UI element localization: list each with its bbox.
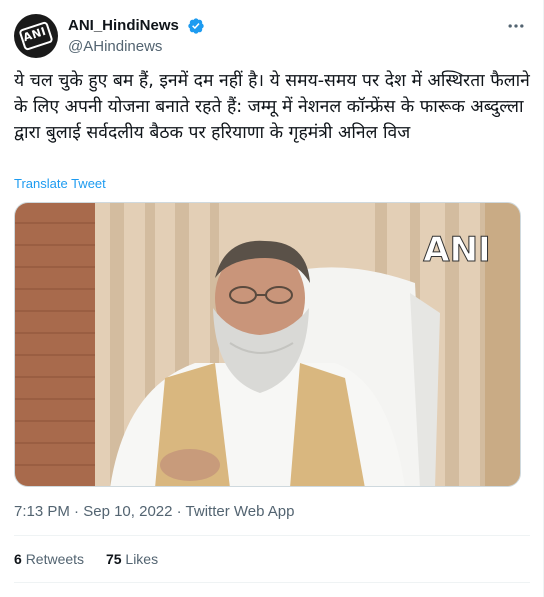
tweet-header: ANI ANI_HindiNews @AHindinews	[14, 14, 530, 58]
more-options-icon[interactable]	[506, 16, 526, 36]
tweet-timestamp-row: 7:13 PM · Sep 10, 2022 · Twitter Web App	[14, 503, 295, 520]
media-photo: ANI	[15, 203, 520, 486]
author-display-name[interactable]: ANI_HindiNews	[68, 16, 179, 36]
tweet-source[interactable]: Twitter Web App	[186, 503, 295, 520]
author-handle[interactable]: @AHindinews	[68, 37, 205, 57]
likes-label: Likes	[125, 551, 159, 567]
translate-tweet-link[interactable]: Translate Tweet	[14, 176, 106, 191]
meta-separator: ·	[74, 503, 80, 520]
tweet-detail: ANI ANI_HindiNews @AHindinews ये चल चुके…	[0, 0, 544, 597]
tweet-time[interactable]: 7:13 PM	[14, 503, 70, 520]
likes-count: 75	[105, 551, 122, 567]
media-watermark: ANI	[423, 230, 490, 270]
divider	[14, 582, 530, 583]
verified-badge-icon	[188, 17, 204, 34]
divider	[14, 535, 530, 536]
engagement-stats: 6 Retweets 75 Likes	[14, 551, 176, 567]
tweet-date[interactable]: Sep 10, 2022	[83, 503, 172, 520]
tweet-text: ये चल चुके हुए बम हैं, इनमें दम नहीं है।…	[14, 71, 530, 143]
author-names: ANI_HindiNews @AHindinews	[68, 15, 205, 57]
likes-stat[interactable]: 75 Likes	[106, 551, 158, 567]
avatar[interactable]: ANI	[14, 14, 58, 58]
retweets-label: Retweets	[25, 551, 85, 567]
meta-separator: ·	[176, 503, 182, 520]
retweets-stat[interactable]: 6 Retweets	[14, 551, 84, 567]
tweet-media-image[interactable]: ANI	[14, 202, 521, 487]
retweets-count: 6	[14, 551, 22, 567]
